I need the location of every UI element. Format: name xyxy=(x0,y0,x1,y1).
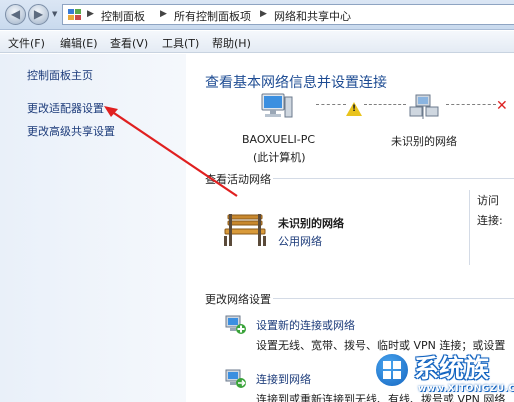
watermark-url: www.XITONGZU.COM xyxy=(418,384,514,394)
site-watermark: 系统族 www.XITONGZU.COM xyxy=(362,338,514,402)
watermark-text: 系统族 xyxy=(414,354,490,383)
windows-grid-icon xyxy=(383,361,401,379)
